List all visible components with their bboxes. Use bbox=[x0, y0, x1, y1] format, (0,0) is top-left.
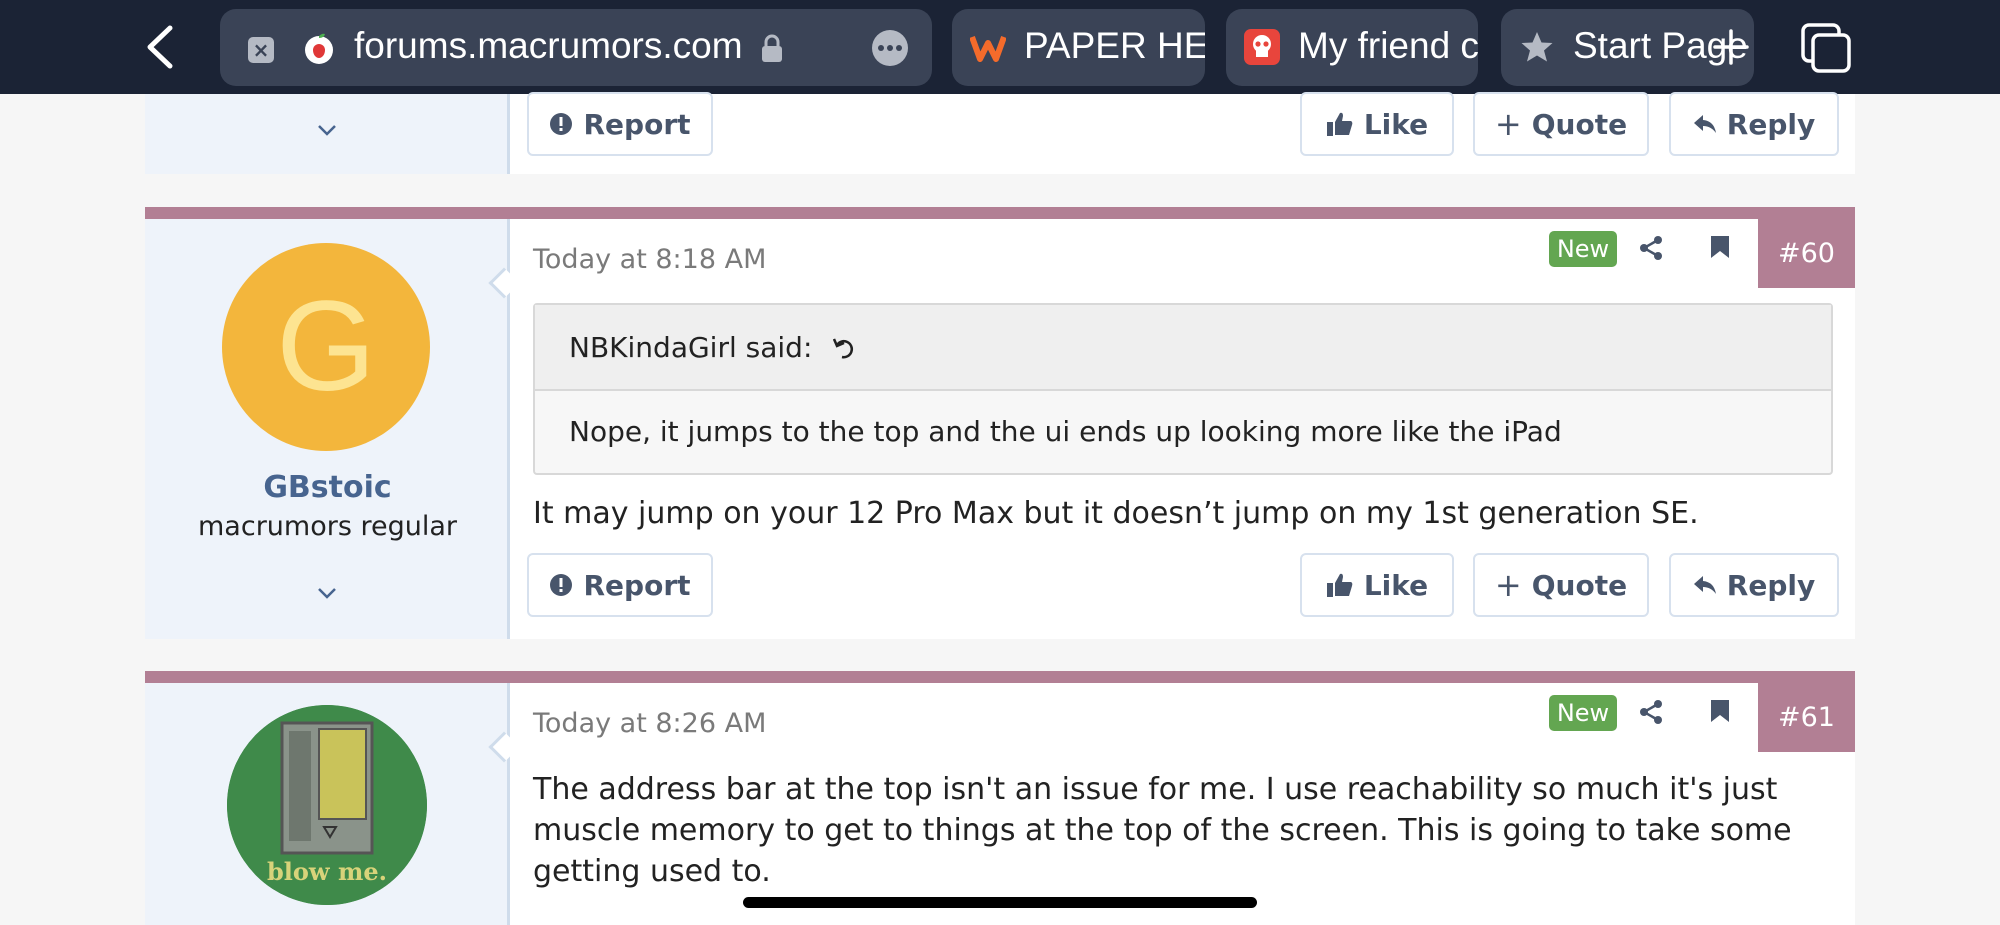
post-stripe bbox=[145, 207, 1855, 219]
tab-paper[interactable]: PAPER HE/ bbox=[952, 9, 1205, 86]
username-link[interactable]: GBstoic bbox=[145, 470, 510, 505]
reply-label: Reply bbox=[1726, 107, 1816, 141]
new-badge: New bbox=[1549, 695, 1617, 731]
report-label: Report bbox=[583, 568, 691, 602]
post-author-sidebar: blow me. bbox=[145, 683, 510, 925]
chevron-down-icon[interactable] bbox=[317, 124, 337, 136]
close-tab-icon[interactable]: × bbox=[248, 37, 274, 63]
user-title: macrumors regular bbox=[198, 511, 457, 542]
thumbs-up-icon bbox=[1326, 573, 1353, 597]
reply-button[interactable]: Reply bbox=[1669, 92, 1839, 156]
tab-label: My friend c bbox=[1298, 25, 1478, 66]
avatar[interactable]: blow me. bbox=[227, 705, 427, 905]
bookmark-icon[interactable] bbox=[1710, 699, 1730, 723]
lock-icon bbox=[762, 34, 782, 62]
report-icon bbox=[550, 574, 573, 596]
post-number[interactable]: #60 bbox=[1758, 219, 1855, 288]
post-author-sidebar bbox=[145, 94, 510, 174]
reply-arrow-icon bbox=[1693, 115, 1716, 133]
tab-start-page[interactable]: Start Page bbox=[1501, 9, 1754, 86]
post-60: G GBstoic macrumors regular Today at 8:1… bbox=[145, 207, 1855, 639]
quote-label: Quote bbox=[1531, 568, 1628, 602]
tab-overview-icon[interactable] bbox=[1800, 22, 1852, 74]
back-chevron-icon[interactable] bbox=[140, 24, 180, 70]
like-button[interactable]: Like bbox=[1300, 553, 1454, 617]
like-label: Like bbox=[1363, 568, 1429, 602]
reply-button[interactable]: Reply bbox=[1669, 553, 1839, 617]
share-icon[interactable] bbox=[1638, 699, 1664, 725]
url-text: forums.macrumors.com bbox=[354, 25, 743, 66]
star-icon bbox=[1521, 32, 1553, 62]
avatar-caption: blow me. bbox=[267, 857, 387, 886]
plus-icon: + bbox=[1494, 105, 1522, 143]
post-stripe bbox=[145, 671, 1855, 683]
quote-button[interactable]: + Quote bbox=[1473, 92, 1649, 156]
home-indicator bbox=[743, 897, 1257, 908]
share-icon[interactable] bbox=[1638, 235, 1664, 261]
macrumors-favicon-icon bbox=[305, 33, 333, 64]
report-button[interactable]: Report bbox=[527, 553, 713, 617]
avatar[interactable]: G bbox=[222, 243, 430, 451]
report-button[interactable]: Report bbox=[527, 92, 713, 156]
quote-author: NBKindaGirl said: bbox=[569, 331, 813, 364]
report-icon bbox=[550, 113, 573, 135]
bookmark-icon[interactable] bbox=[1710, 235, 1730, 259]
like-button[interactable]: Like bbox=[1300, 92, 1454, 156]
quote-label: Quote bbox=[1531, 107, 1628, 141]
reply-arrow-icon bbox=[1693, 576, 1716, 594]
report-label: Report bbox=[583, 107, 691, 141]
quote-text: Nope, it jumps to the top and the ui end… bbox=[569, 415, 1562, 448]
post-body: It may jump on your 12 Pro Max but it do… bbox=[533, 496, 1699, 531]
plus-icon: + bbox=[1494, 566, 1522, 604]
post-timestamp[interactable]: Today at 8:26 AM bbox=[533, 708, 766, 739]
thumbs-up-icon bbox=[1326, 112, 1353, 136]
skull-icon bbox=[1244, 29, 1280, 65]
reply-label: Reply bbox=[1726, 568, 1816, 602]
chevron-down-icon[interactable] bbox=[317, 587, 337, 599]
post-number[interactable]: #61 bbox=[1758, 683, 1855, 752]
address-bar[interactable]: × forums.macrumors.com bbox=[220, 9, 932, 86]
more-options-icon[interactable] bbox=[872, 30, 908, 66]
new-badge: New bbox=[1549, 231, 1617, 267]
w-brand-icon bbox=[970, 35, 1006, 62]
quote-button[interactable]: + Quote bbox=[1473, 553, 1649, 617]
tab-my-friend[interactable]: My friend c bbox=[1226, 9, 1478, 86]
jump-to-quote-icon[interactable] bbox=[833, 336, 855, 360]
quote-block: NBKindaGirl said: Nope, it jumps to the … bbox=[533, 303, 1833, 475]
like-label: Like bbox=[1363, 107, 1429, 141]
post-61: blow me. Today at 8:26 AM New #61 The ad… bbox=[145, 671, 1855, 925]
post-timestamp[interactable]: Today at 8:18 AM bbox=[533, 244, 766, 275]
post-previous: Report Like + Quote Reply bbox=[145, 92, 1855, 174]
quote-header[interactable]: NBKindaGirl said: bbox=[535, 305, 1831, 391]
browser-toolbar: × forums.macrumors.com PAPER HE/ My frie… bbox=[0, 0, 2000, 94]
post-body: The address bar at the top isn't an issu… bbox=[533, 772, 1792, 889]
new-tab-plus-icon[interactable] bbox=[1711, 27, 1751, 67]
post-author-sidebar: G GBstoic macrumors regular bbox=[145, 219, 510, 639]
tab-label: PAPER HE/ bbox=[1024, 25, 1205, 66]
